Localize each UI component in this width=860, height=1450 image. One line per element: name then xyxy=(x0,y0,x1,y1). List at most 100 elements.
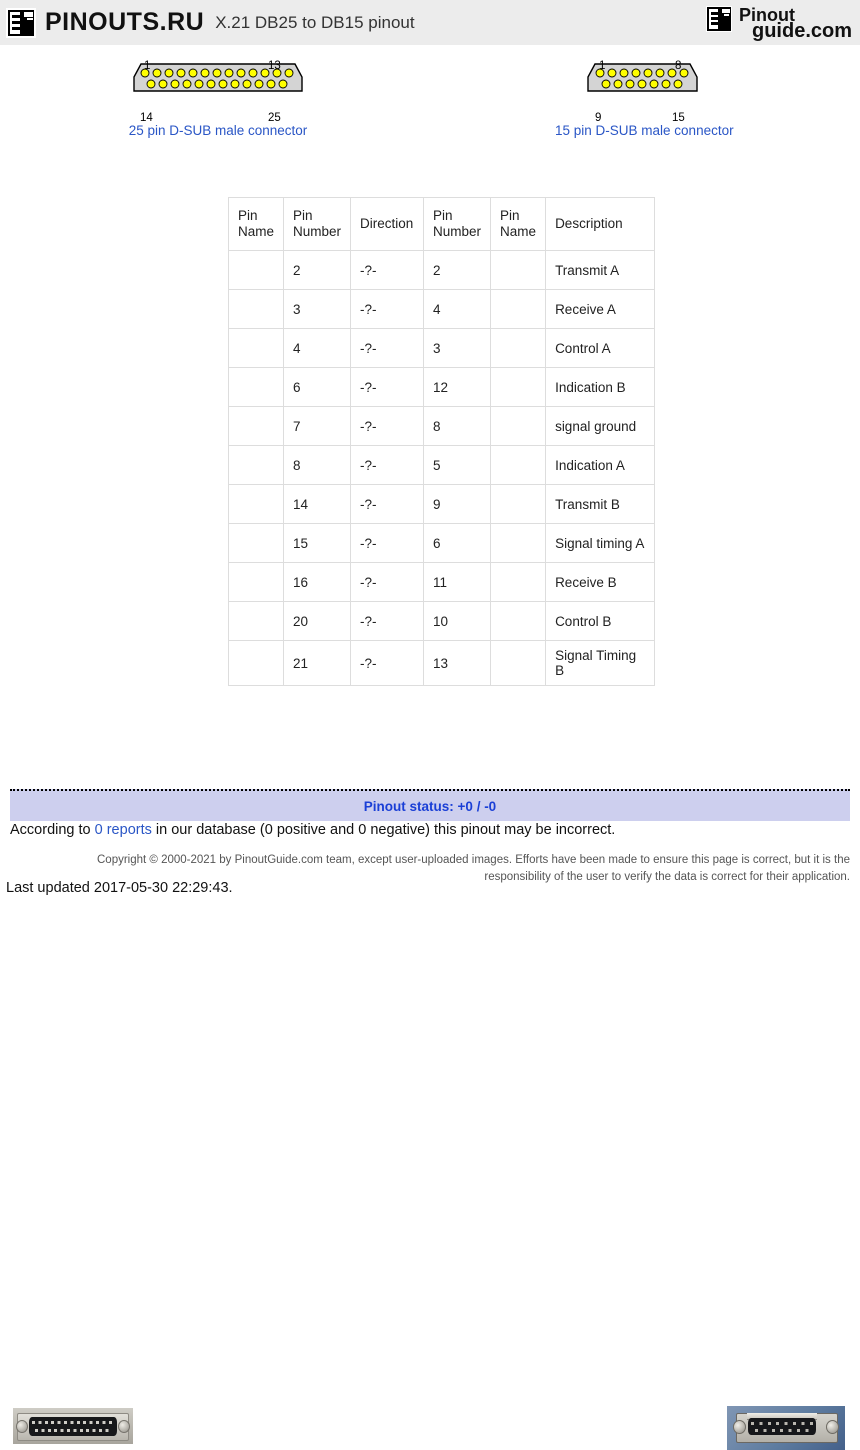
table-row: 6 -?- 12 Indication B xyxy=(227,367,656,407)
cell-pin-name-b xyxy=(490,484,547,524)
th-description: Description xyxy=(545,197,656,251)
pinoutguide-brand[interactable]: Pinout guide.com xyxy=(705,6,852,41)
cell-description: signal ground xyxy=(545,406,656,446)
pinout-logo-icon xyxy=(6,7,36,38)
cell-pin-number-a: 16 xyxy=(283,562,352,602)
cell-direction: -?- xyxy=(350,367,425,407)
cell-direction: -?- xyxy=(350,328,425,368)
cell-pin-number-b: 5 xyxy=(423,445,492,485)
table-row: 15 -?- 6 Signal timing A xyxy=(227,523,656,563)
cell-pin-name-b xyxy=(490,601,547,641)
cell-direction: -?- xyxy=(350,445,425,485)
cell-pin-number-a: 8 xyxy=(283,445,352,485)
cell-pin-number-a: 3 xyxy=(283,289,352,329)
cell-pin-number-a: 21 xyxy=(283,640,352,686)
cell-pin-number-b: 6 xyxy=(423,523,492,563)
report-suffix: in our database (0 positive and 0 negati… xyxy=(151,822,616,838)
pinoutguide-wordmark: Pinout guide.com xyxy=(738,6,852,41)
connector-diagram-db25: 1 13 14 25 25 pin D-SUB male connector xyxy=(100,60,336,138)
cell-pin-number-a: 15 xyxy=(283,523,352,563)
cell-pin-name-a xyxy=(227,289,285,329)
cell-pin-number-b: 4 xyxy=(423,289,492,329)
cell-description: Control A xyxy=(545,328,656,368)
last-updated-text: Last updated 2017-05-30 22:29:43. xyxy=(6,880,233,896)
db15-caption[interactable]: 15 pin D-SUB male connector xyxy=(555,123,734,138)
table-row: 16 -?- 11 Receive B xyxy=(227,562,656,602)
db25-svg xyxy=(133,63,303,92)
db25-caption[interactable]: 25 pin D-SUB male connector xyxy=(100,123,336,138)
cell-pin-name-a xyxy=(227,562,285,602)
cell-pin-number-b: 13 xyxy=(423,640,492,686)
cell-pin-name-a xyxy=(227,523,285,563)
connector-photos xyxy=(0,700,860,1450)
cell-description: Receive B xyxy=(545,562,656,602)
report-prefix: According to xyxy=(10,822,95,838)
cell-pin-name-b xyxy=(490,328,547,368)
cell-pin-name-a xyxy=(227,328,285,368)
th-pin-number-a: Pin Number xyxy=(283,197,352,251)
cell-pin-name-b xyxy=(490,367,547,407)
db25-label-top-left: 1 xyxy=(144,60,151,72)
connector-diagram-db15: 1 8 9 15 15 pin D-SUB male connector xyxy=(555,60,734,138)
cell-pin-number-b: 3 xyxy=(423,328,492,368)
brand-left[interactable]: PINOUTS.RU xyxy=(0,7,204,38)
pinout-table-head: Pin Name Pin Number Direction Pin Number… xyxy=(227,197,656,251)
cell-pin-number-b: 2 xyxy=(423,250,492,290)
cell-pin-number-b: 12 xyxy=(423,367,492,407)
table-row: 3 -?- 4 Receive A xyxy=(227,289,656,329)
cell-pin-number-a: 2 xyxy=(283,250,352,290)
cell-pin-name-b xyxy=(490,640,547,686)
page-title: X.21 DB25 to DB15 pinout xyxy=(215,12,415,32)
db15-label-bottom-right: 15 xyxy=(672,112,685,124)
cell-pin-number-a: 14 xyxy=(283,484,352,524)
cell-description: Signal timing A xyxy=(545,523,656,563)
cell-pin-name-b xyxy=(490,289,547,329)
cell-pin-name-a xyxy=(227,445,285,485)
pinout-status-label: Pinout status: +0 / -0 xyxy=(363,798,497,814)
cell-pin-name-a xyxy=(227,601,285,641)
db25-connector-photo[interactable] xyxy=(13,1408,133,1444)
cell-pin-name-b xyxy=(490,562,547,602)
cell-direction: -?- xyxy=(350,406,425,446)
cell-pin-name-a xyxy=(227,406,285,446)
th-direction: Direction xyxy=(350,197,425,251)
cell-description: Indication A xyxy=(545,445,656,485)
cell-pin-number-a: 4 xyxy=(283,328,352,368)
cell-pin-number-b: 9 xyxy=(423,484,492,524)
th-pin-name-a: Pin Name xyxy=(227,197,285,251)
db15-label-bottom-left: 9 xyxy=(595,112,602,124)
cell-description: Transmit B xyxy=(545,484,656,524)
cell-pin-name-b xyxy=(490,406,547,446)
pinout-status-bar: Pinout status: +0 / -0 xyxy=(10,789,850,821)
db25-drawing: 1 13 14 25 xyxy=(100,60,336,124)
th-pin-number-b: Pin Number xyxy=(423,197,492,251)
table-row: 8 -?- 5 Indication A xyxy=(227,445,656,485)
connector-diagrams: 1 13 14 25 25 pin D-SUB male connector 1… xyxy=(0,45,860,160)
cell-pin-number-b: 10 xyxy=(423,601,492,641)
db15-connector-photo[interactable] xyxy=(727,1406,845,1450)
db15-label-top-left: 1 xyxy=(599,60,606,72)
db25-label-bottom-right: 25 xyxy=(268,112,281,124)
db15-svg xyxy=(587,63,698,92)
cell-pin-number-a: 7 xyxy=(283,406,352,446)
cell-pin-name-a xyxy=(227,484,285,524)
cell-pin-name-a xyxy=(227,367,285,407)
report-line: According to 0 reports in our database (… xyxy=(10,822,615,838)
cell-description: Transmit A xyxy=(545,250,656,290)
th-pin-name-b: Pin Name xyxy=(490,197,547,251)
cell-direction: -?- xyxy=(350,562,425,602)
cell-pin-name-b xyxy=(490,250,547,290)
cell-direction: -?- xyxy=(350,640,425,686)
cell-pin-name-b xyxy=(490,523,547,563)
reports-link[interactable]: 0 reports xyxy=(95,822,152,838)
cell-pin-number-b: 11 xyxy=(423,562,492,602)
table-row: 14 -?- 9 Transmit B xyxy=(227,484,656,524)
cell-description: Signal Timing B xyxy=(545,640,656,686)
cell-pin-number-a: 20 xyxy=(283,601,352,641)
cell-pin-name-a xyxy=(227,250,285,290)
site-header: PINOUTS.RU X.21 DB25 to DB15 pinout Pino… xyxy=(0,0,860,45)
table-row: 20 -?- 10 Control B xyxy=(227,601,656,641)
db15-drawing: 1 8 9 15 xyxy=(555,60,730,124)
cell-pin-name-a xyxy=(227,640,285,686)
table-row: 21 -?- 13 Signal Timing B xyxy=(227,640,656,686)
